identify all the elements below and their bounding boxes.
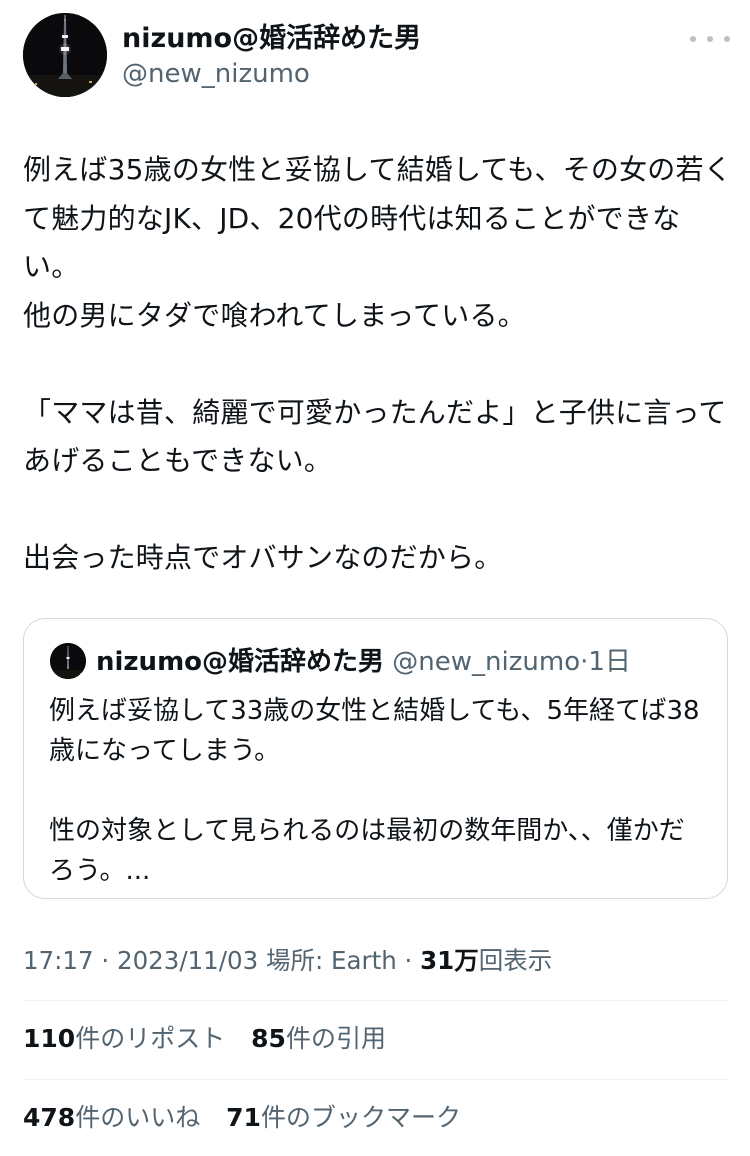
divider	[23, 1000, 728, 1001]
tweet-date[interactable]: 2023/11/03	[117, 946, 258, 975]
bookmarks-label: 件のブックマーク	[260, 1103, 461, 1132]
reposts-stat[interactable]: 110件のリポスト	[23, 1024, 225, 1053]
view-label: 回表示	[478, 946, 553, 975]
more-dot	[724, 36, 730, 42]
tweet-header: nizumo@婚活辞めた男 @new_nizumo	[0, 0, 750, 110]
author-display-name[interactable]: nizumo@婚活辞めた男	[122, 22, 421, 56]
tweet-time[interactable]: 17:17	[23, 946, 94, 975]
divider	[23, 1079, 728, 1080]
bookmarks-count: 71	[226, 1103, 261, 1132]
quote-header: nizumo@婚活辞めた男 @new_nizumo·1日	[96, 646, 631, 678]
likes-count: 478	[23, 1103, 76, 1132]
quote-time: 1日	[588, 647, 631, 677]
likes-stat[interactable]: 478件のいいね	[23, 1103, 200, 1132]
more-dot	[707, 36, 713, 42]
quotes-label: 件の引用	[285, 1024, 386, 1053]
quote-author-handle: @new_nizumo	[392, 647, 581, 677]
tweet-meta: 17:17 · 2023/11/03 場所: Earth · 31万回表示	[23, 944, 552, 978]
quotes-stat[interactable]: 85件の引用	[251, 1024, 386, 1053]
reposts-label: 件のリポスト	[75, 1024, 226, 1053]
author-handle[interactable]: @new_nizumo	[122, 57, 310, 91]
stats-row-reposts: 110件のリポスト 85件の引用	[23, 1022, 404, 1056]
bookmarks-stat[interactable]: 71件のブックマーク	[226, 1103, 461, 1132]
tweet-text: 例えば35歳の女性と妥協して結婚しても、その女の若くて魅力的なJK、JD、20代…	[23, 153, 732, 574]
reposts-count: 110	[23, 1024, 76, 1053]
quotes-count: 85	[251, 1024, 286, 1053]
view-count: 31万	[420, 946, 479, 975]
avatar[interactable]	[23, 13, 107, 97]
meta-separator: ·	[93, 946, 117, 975]
quote-avatar	[50, 643, 86, 679]
more-icon[interactable]	[690, 22, 730, 56]
likes-label: 件のいいね	[75, 1103, 201, 1132]
tweet-location: 場所: Earth	[258, 946, 397, 975]
skytree-night-photo	[50, 643, 86, 679]
more-dot	[690, 36, 696, 42]
meta-separator: ·	[396, 946, 421, 975]
quote-text: 例えば妥協して33歳の女性と結婚しても、5年経てば38歳になってしまう。 性の対…	[49, 696, 700, 886]
stats-row-likes: 478件のいいね 71件のブックマーク	[23, 1101, 479, 1135]
quote-author-name: nizumo@婚活辞めた男	[96, 647, 385, 677]
skytree-night-photo	[23, 13, 107, 97]
quoted-tweet-card[interactable]: nizumo@婚活辞めた男 @new_nizumo·1日 例えば妥協して33歳の…	[23, 618, 728, 899]
